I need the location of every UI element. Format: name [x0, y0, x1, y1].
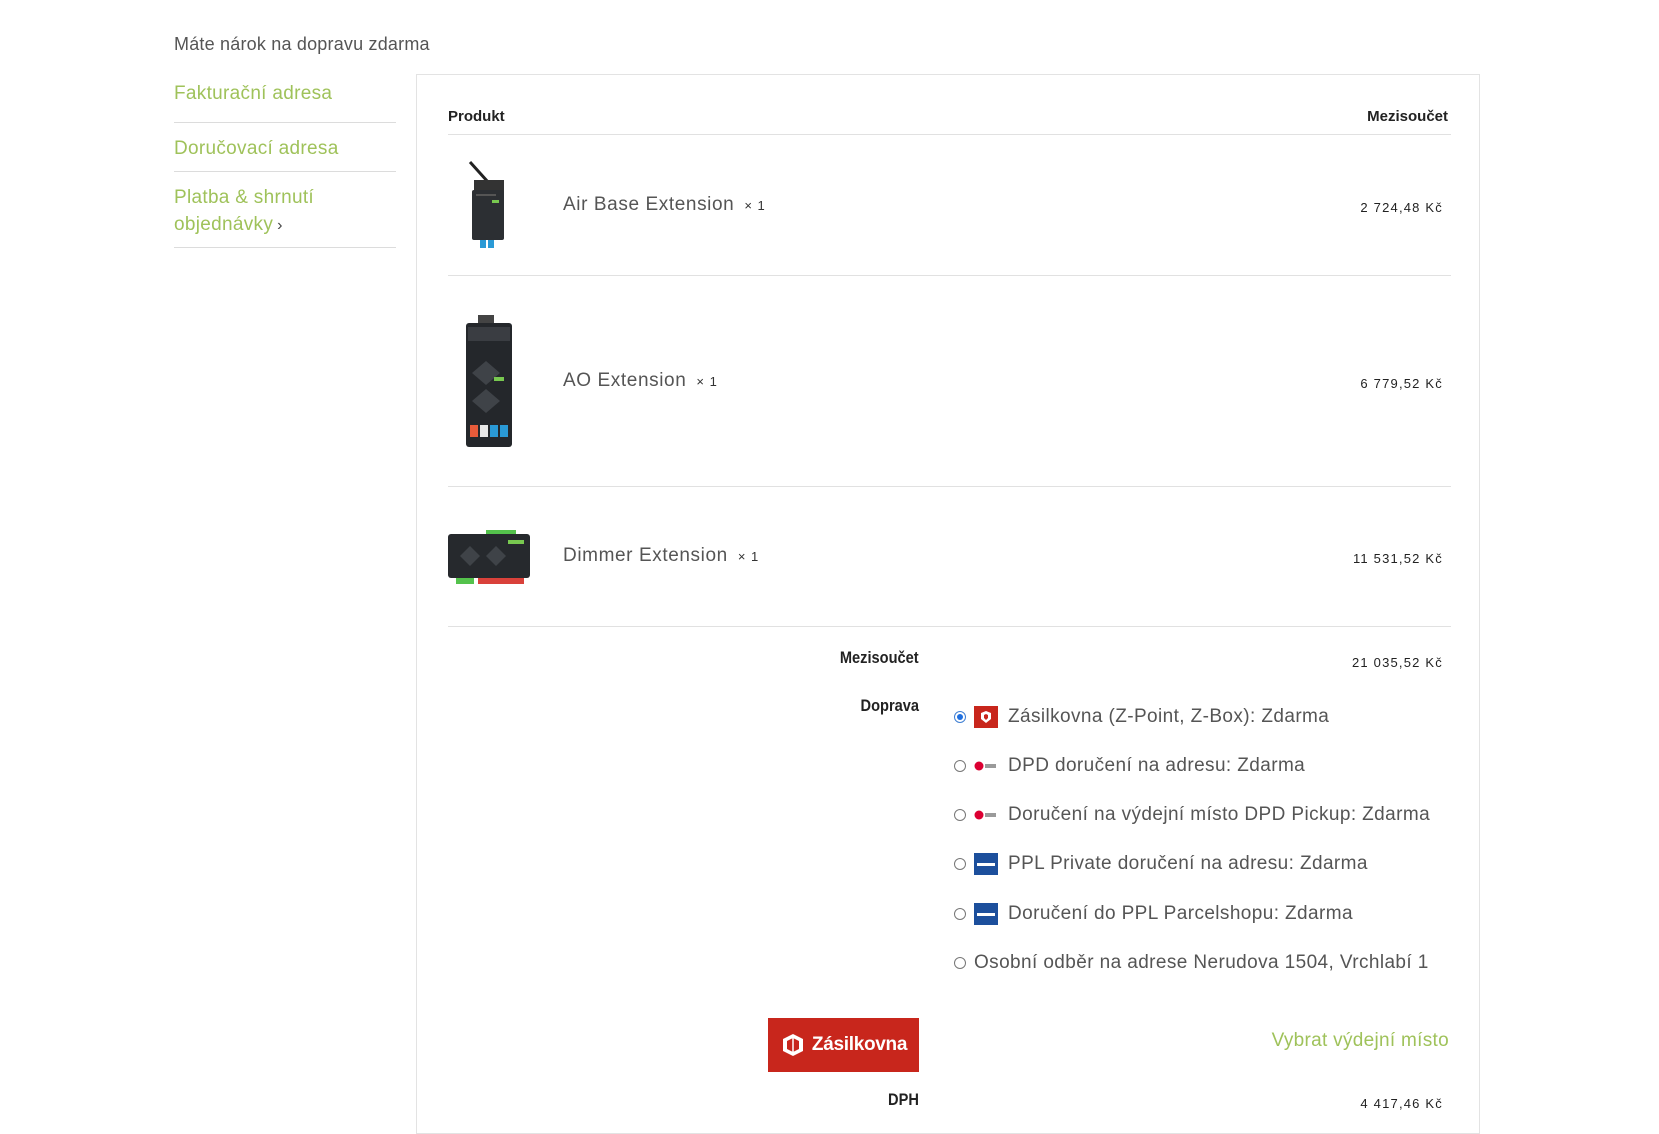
select-pickup-point-link[interactable]: Vybrat výdejní místo	[1272, 1030, 1449, 1052]
vat-label: DPH	[888, 1090, 919, 1109]
column-header-subtotal: Mezisoučet	[1367, 108, 1448, 125]
shipping-option-zasilkovna[interactable]: Zásilkovna (Z-Point, Z-Box): Zdarma	[954, 703, 1329, 731]
radio-button[interactable]	[954, 809, 966, 821]
step-billing-address[interactable]: Fakturační adresa	[174, 80, 396, 123]
product-price: 6 779,52 Kč	[1360, 376, 1443, 391]
shipping-option-ppl-private[interactable]: PPL Private doručení na adresu: Zdarma	[954, 850, 1368, 878]
product-image-ao-extension	[462, 313, 522, 458]
free-shipping-notice: Máte nárok na dopravu zdarma	[174, 34, 430, 54]
radio-button[interactable]	[954, 908, 966, 920]
shipping-option-label: Doručení na výdejní místo DPD Pickup: Zd…	[1008, 804, 1431, 825]
product-name: AO Extension	[563, 370, 687, 391]
shipping-label: Doprava	[860, 696, 919, 715]
vat-value: 4 417,46 Kč	[1360, 1096, 1443, 1111]
shipping-option-personal-pickup[interactable]: Osobní odběr na adrese Nerudova 1504, Vr…	[954, 949, 1429, 977]
product-image-air-base	[466, 160, 510, 257]
shipping-option-label: Doručení do PPL Parcelshopu: Zdarma	[1008, 903, 1353, 924]
checkout-steps: Fakturační adresa Doručovací adresa Plat…	[174, 80, 396, 248]
step-payment-summary[interactable]: Platba & shrnutí objednávky ›	[174, 172, 396, 248]
product-row: Air Base Extension × 1	[563, 194, 766, 216]
column-header-product: Produkt	[448, 108, 505, 125]
chevron-right-icon: ›	[277, 217, 283, 234]
product-image-dimmer-extension	[446, 528, 532, 593]
shipping-option-label: PPL Private doručení na adresu: Zdarma	[1008, 853, 1368, 874]
dpd-logo-icon	[974, 804, 998, 826]
divider	[448, 275, 1451, 276]
product-quantity: × 1	[744, 198, 766, 213]
ppl-logo-icon	[974, 903, 998, 925]
product-row: AO Extension × 1	[563, 370, 718, 392]
product-quantity: × 1	[737, 549, 760, 564]
radio-button-selected[interactable]	[954, 711, 966, 723]
divider	[448, 134, 1451, 135]
zasilkovna-button-label: Zásilkovna	[811, 1034, 908, 1055]
shipping-option-label: Osobní odběr na adrese Nerudova 1504, Vr…	[974, 952, 1429, 973]
radio-button[interactable]	[954, 858, 966, 870]
dpd-logo-icon	[974, 755, 998, 777]
zasilkovna-logo-icon	[974, 706, 998, 728]
zasilkovna-pickup-button[interactable]: Zásilkovna	[768, 1018, 919, 1072]
product-price: 11 531,52 Kč	[1352, 551, 1443, 566]
divider	[448, 486, 1451, 487]
shipping-option-ppl-parcelshop[interactable]: Doručení do PPL Parcelshopu: Zdarma	[954, 900, 1353, 928]
step-delivery-address[interactable]: Doručovací adresa	[174, 123, 396, 172]
shipping-option-label: Zásilkovna (Z-Point, Z-Box): Zdarma	[1008, 706, 1330, 727]
product-row: Dimmer Extension × 1	[563, 545, 759, 567]
shipping-option-dpd-address[interactable]: DPD doručení na adresu: Zdarma	[954, 752, 1305, 780]
product-name: Dimmer Extension	[563, 545, 728, 566]
shipping-option-dpd-pickup[interactable]: Doručení na výdejní místo DPD Pickup: Zd…	[954, 801, 1430, 829]
zasilkovna-box-icon	[782, 1034, 803, 1056]
subtotal-label: Mezisoučet	[840, 648, 919, 667]
divider	[448, 626, 1451, 627]
step-payment-label-line1: Platba & shrnutí	[174, 187, 314, 208]
radio-button[interactable]	[954, 760, 966, 772]
radio-button[interactable]	[954, 957, 966, 969]
step-payment-label-line2: objednávky	[174, 214, 274, 235]
product-name: Air Base Extension	[563, 194, 735, 215]
product-quantity: × 1	[696, 374, 718, 389]
product-price: 2 724,48 Kč	[1360, 200, 1443, 215]
ppl-logo-icon	[974, 853, 998, 875]
shipping-option-label: DPD doručení na adresu: Zdarma	[1008, 755, 1306, 776]
subtotal-value: 21 035,52 Kč	[1351, 655, 1443, 670]
